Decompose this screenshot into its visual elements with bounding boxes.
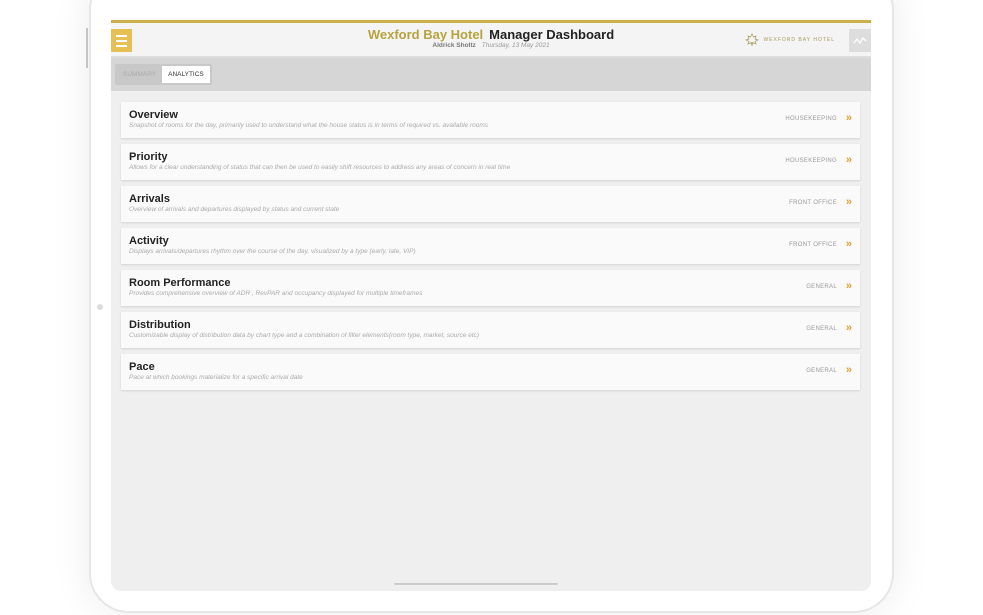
screen: Wexford Bay Hotel Manager Dashboard Aldri…	[111, 20, 871, 591]
item-category: HOUSEKEEPING	[785, 158, 837, 164]
list-item-arrivals[interactable]: Arrivals Overview of arrivals and depart…	[121, 186, 860, 222]
list-item-room-performance[interactable]: Room Performance Provides comprehensive …	[121, 270, 860, 306]
item-title: Distribution	[129, 319, 191, 331]
tab-summary[interactable]: SUMMARY	[117, 66, 162, 83]
tab-bar: SUMMARY ANALYTICS	[111, 58, 871, 91]
chevron-right-icon[interactable]: »	[846, 196, 852, 208]
list-item-pace[interactable]: Pace Pace at which bookings materialize …	[121, 354, 860, 390]
item-category: GENERAL	[806, 368, 837, 374]
item-title: Room Performance	[129, 277, 231, 289]
pulse-icon	[853, 36, 867, 44]
item-description: Provides comprehensive overview of ADR ,…	[129, 290, 423, 297]
date: Thursday, 13 May 2021	[481, 42, 550, 49]
user-name: Aldrick Sholtz	[432, 42, 476, 49]
activity-button[interactable]	[849, 29, 871, 52]
item-description: Pace at which bookings materialize for a…	[129, 374, 303, 381]
item-title: Overview	[129, 109, 178, 121]
maple-leaf-icon	[745, 33, 760, 47]
chevron-right-icon[interactable]: »	[846, 238, 852, 250]
logo-text: WEXFORD BAY HOTEL	[763, 37, 835, 43]
header: Wexford Bay Hotel Manager Dashboard Aldri…	[111, 23, 871, 58]
hotel-name: Wexford Bay Hotel	[367, 27, 484, 42]
item-description: Displays arrivals/departures rhythm over…	[129, 248, 416, 255]
chevron-right-icon[interactable]: »	[846, 154, 852, 166]
view-tabs: SUMMARY ANALYTICS	[115, 64, 212, 85]
item-description: Customizable display of distribution dat…	[129, 332, 480, 339]
item-category: GENERAL	[806, 326, 837, 332]
item-title: Arrivals	[129, 193, 170, 205]
hotel-logo: WEXFORD BAY HOTEL	[745, 33, 835, 47]
item-title: Pace	[129, 361, 155, 373]
dashboard-title: Manager Dashboard	[489, 27, 615, 42]
item-category: GENERAL	[806, 284, 837, 290]
side-button	[86, 28, 88, 68]
home-indicator[interactable]	[394, 583, 558, 585]
tab-analytics[interactable]: ANALYTICS	[162, 66, 210, 83]
chevron-right-icon[interactable]: »	[846, 280, 852, 292]
list-item-distribution[interactable]: Distribution Customizable display of dis…	[121, 312, 860, 348]
camera	[97, 304, 103, 310]
item-title: Activity	[129, 235, 169, 247]
analytics-list: Overview Snapshot of rooms for the day, …	[111, 91, 871, 390]
chevron-right-icon[interactable]: »	[846, 322, 852, 334]
item-description: Allows for a clear understanding of stat…	[129, 164, 511, 171]
list-item-overview[interactable]: Overview Snapshot of rooms for the day, …	[121, 102, 860, 138]
chevron-right-icon[interactable]: »	[846, 112, 852, 124]
list-item-activity[interactable]: Activity Displays arrivals/departures rh…	[121, 228, 860, 264]
item-title: Priority	[129, 151, 168, 163]
item-description: Snapshot of rooms for the day, primarily…	[129, 122, 489, 129]
item-category: FRONT OFFICE	[789, 242, 837, 248]
chevron-right-icon[interactable]: »	[846, 364, 852, 376]
item-category: HOUSEKEEPING	[785, 116, 837, 122]
item-description: Overview of arrivals and departures disp…	[129, 206, 340, 213]
list-item-priority[interactable]: Priority Allows for a clear understandin…	[121, 144, 860, 180]
item-category: FRONT OFFICE	[789, 200, 837, 206]
